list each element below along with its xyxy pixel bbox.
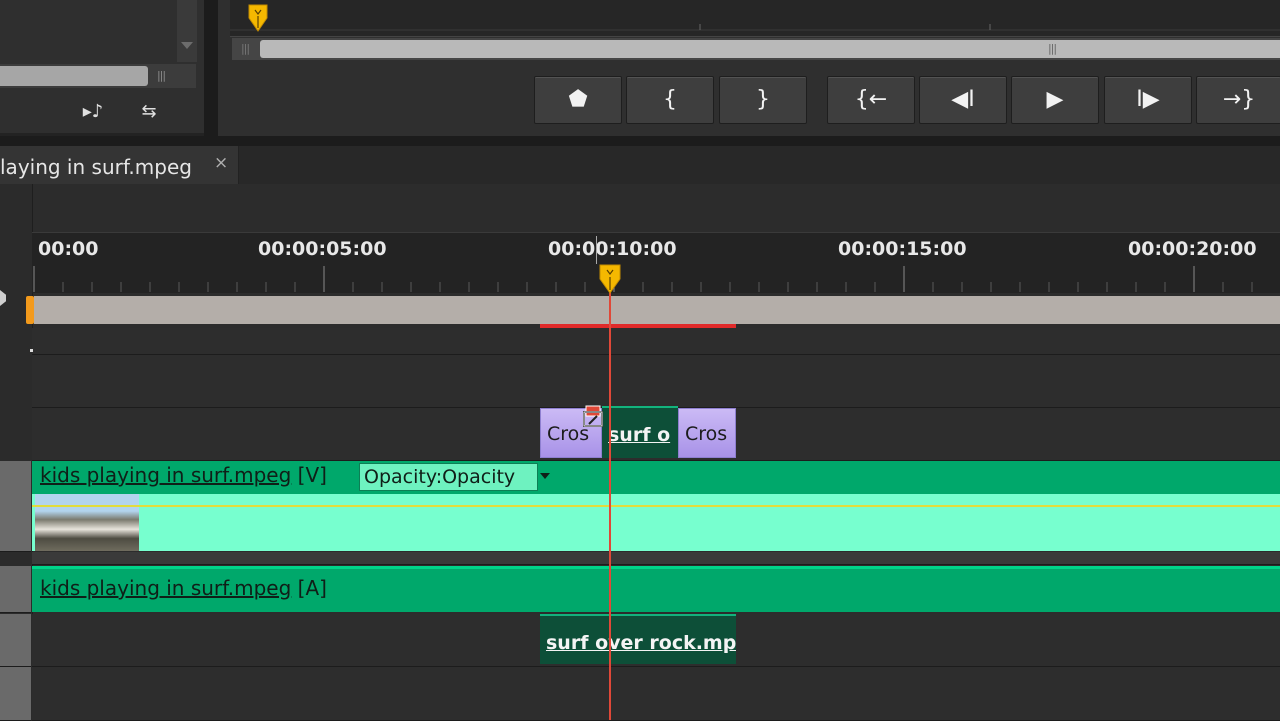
audio-track-header-2[interactable] (0, 614, 31, 667)
work-area-bar[interactable] (34, 296, 1280, 324)
insert-audio-icon[interactable]: ▸♪ (78, 98, 108, 126)
audio-track-header-3[interactable] (0, 667, 31, 721)
video-clip-body[interactable] (32, 494, 1280, 551)
mark-in-button[interactable]: { (626, 76, 714, 124)
step-forward-button[interactable]: I▶ (1104, 76, 1192, 124)
opacity-dropdown[interactable]: Opacity:Opacity (359, 463, 539, 491)
program-scroll-thumb[interactable] (260, 40, 1280, 58)
video-clip-suffix: [V] (297, 463, 327, 487)
program-monitor-ruler[interactable] (230, 0, 1280, 37)
ruler-ticks (33, 266, 1253, 292)
video-track-header[interactable] (0, 461, 31, 552)
timecode-label: 00:00 (38, 238, 99, 260)
panel-divider (204, 0, 218, 136)
mark-out-button[interactable]: } (719, 76, 807, 124)
overlay-video-clip[interactable]: surf o (602, 406, 678, 458)
cross-dissolve-transition[interactable]: Cros (678, 408, 736, 458)
transition-drag-icon[interactable] (583, 404, 605, 430)
video-clip-name: kids playing in surf.mpeg (40, 463, 292, 487)
close-tab-icon[interactable]: × (214, 153, 228, 173)
track-row (32, 328, 1280, 355)
add-marker-button[interactable]: ⬟ (534, 76, 622, 124)
scroll-grip-icon[interactable]: ||| (1040, 40, 1064, 58)
go-to-in-button[interactable]: {← (827, 76, 915, 124)
timecode-label: 00:00:05:00 (258, 238, 387, 260)
go-to-out-button[interactable]: →} (1196, 76, 1280, 124)
overlay-audio-clip[interactable]: surf over rock.mp (540, 614, 736, 664)
track-marker-dot (30, 349, 33, 352)
timecode-label: 00:00:10:00 (548, 238, 677, 260)
ruler-current-tick (596, 236, 597, 264)
audio-clip-name: kids playing in surf.mpeg (40, 576, 292, 600)
track-divider (32, 552, 1280, 565)
video-clip-label: kids playing in surf.mpeg [V] (40, 463, 327, 487)
playhead-icon[interactable] (598, 264, 622, 294)
video-thumbnail (35, 494, 139, 551)
track-row (32, 667, 1280, 721)
source-scroll-thumb[interactable] (0, 66, 148, 86)
audio-clip-suffix: [A] (297, 576, 327, 600)
sequence-tab-label: laying in surf.mpeg (0, 155, 192, 179)
source-vertical-scrollbar[interactable] (177, 0, 197, 62)
audio-clip-label: kids playing in surf.mpeg [A] (40, 576, 327, 600)
track-row (32, 355, 1280, 408)
chevron-down-icon[interactable] (540, 473, 550, 479)
timecode-label: 00:00:15:00 (838, 238, 967, 260)
opacity-keyframe-line[interactable] (32, 505, 1280, 507)
playhead-line[interactable] (609, 288, 611, 720)
audio-track-header[interactable] (0, 566, 31, 613)
play-button[interactable]: ▶ (1011, 76, 1099, 124)
program-ruler-ticks (230, 24, 1280, 31)
timecode-label: 00:00:20:00 (1128, 238, 1257, 260)
work-area-start-handle[interactable] (26, 296, 34, 324)
scroll-down-arrow-icon[interactable] (181, 42, 193, 49)
panel-separator (0, 136, 1280, 146)
program-playhead-icon[interactable] (247, 4, 269, 32)
scroll-grip-icon[interactable]: ||| (150, 66, 172, 86)
export-frame-icon[interactable]: ⇆ (134, 98, 164, 126)
step-back-button[interactable]: ◀I (919, 76, 1007, 124)
scroll-left-grip-icon[interactable]: ||| (234, 40, 256, 58)
